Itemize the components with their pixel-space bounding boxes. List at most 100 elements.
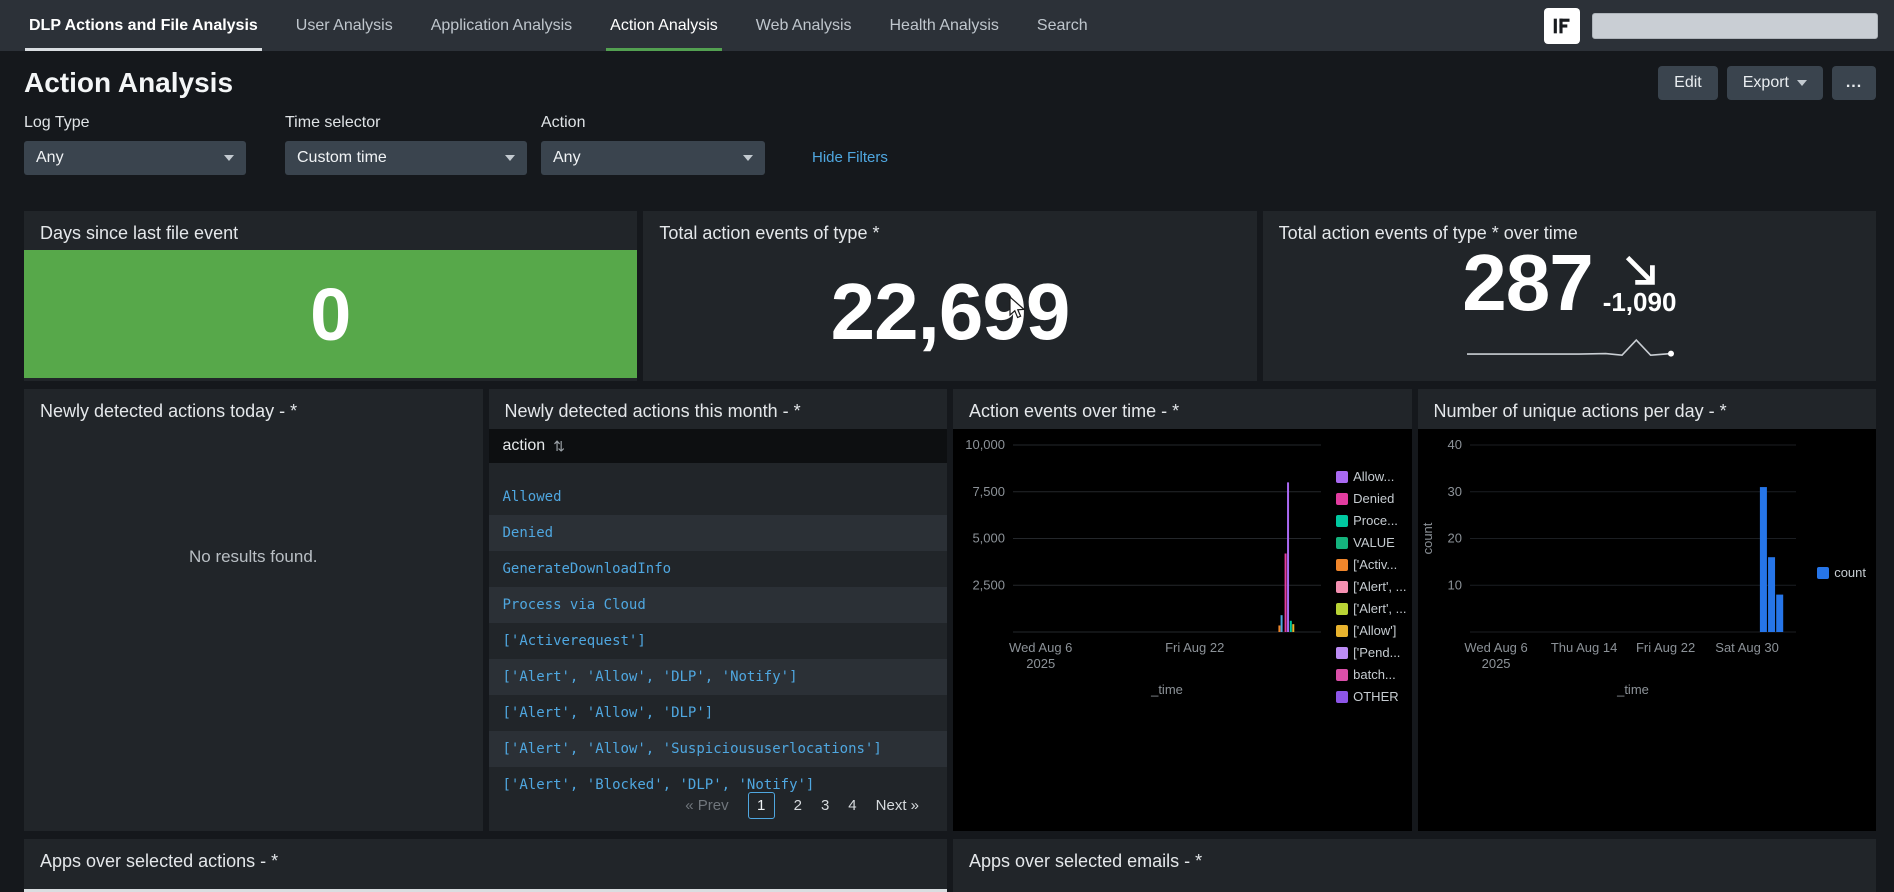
action-value-link[interactable]: Allowed: [503, 489, 562, 505]
nav-tab-web-analysis[interactable]: Web Analysis: [737, 0, 871, 51]
table-row: Allowed: [489, 479, 948, 515]
log-type-label: Log Type: [24, 114, 246, 132]
legend-item-batch[interactable]: batch...: [1336, 667, 1406, 682]
nav-tab-action-analysis[interactable]: Action Analysis: [591, 0, 737, 51]
actions-table: action ⇅ Allowed Denied GenerateDownloadIn…: [489, 429, 948, 831]
global-search-input[interactable]: [1592, 13, 1878, 39]
panel-action-events-over-time: Action events over time - * 2,5005,0007,…: [953, 389, 1412, 831]
panel-newly-detected-month: Newly detected actions this month - * ac…: [489, 389, 948, 831]
legend-label: ['Alert', ...: [1353, 579, 1406, 594]
legend-item-allow[interactable]: ['Allow']: [1336, 623, 1406, 638]
legend-label: batch...: [1353, 667, 1396, 682]
dashboard-screen: DLP Actions and File AnalysisUser Analys…: [0, 0, 1894, 892]
time-selector-dropdown[interactable]: Custom time: [285, 141, 527, 175]
hide-filters-link[interactable]: Hide Filters: [812, 149, 888, 166]
legend-label: Denied: [1353, 491, 1394, 506]
legend-swatch: [1336, 669, 1348, 681]
bars-chart-area: 10203040Wed Aug 62025Thu Aug 14Fri Aug 2…: [1418, 429, 1877, 831]
svg-text:7,500: 7,500: [972, 484, 1005, 499]
action-dropdown[interactable]: Any: [541, 141, 765, 175]
filters-bar: Log Type Any Time selector Custom time A…: [24, 114, 1876, 175]
log-type-dropdown[interactable]: Any: [24, 141, 246, 175]
legend-swatch: [1336, 603, 1348, 615]
next-page-button[interactable]: Next »: [876, 797, 919, 814]
legend-item-activ[interactable]: ['Activ...: [1336, 557, 1406, 572]
legend-label: count: [1834, 565, 1866, 580]
action-value-link[interactable]: Process via Cloud: [503, 597, 646, 613]
panel-title: Newly detected actions this month - *: [489, 389, 948, 422]
action-value-link[interactable]: ['Alert', 'Allow', 'DLP', 'Notify']: [503, 669, 798, 685]
column-header-action: action: [503, 437, 546, 455]
svg-text:_time: _time: [1150, 682, 1183, 697]
nav-tab-dlp-actions-and-file-analysis[interactable]: DLP Actions and File Analysis: [10, 0, 277, 51]
page-button-3[interactable]: 3: [821, 797, 829, 814]
actions-table-header[interactable]: action ⇅: [489, 429, 948, 463]
total-events-value: 22,699: [831, 266, 1070, 358]
legend-item-other[interactable]: OTHER: [1336, 689, 1406, 704]
page-button-4[interactable]: 4: [848, 797, 856, 814]
legend-item-allow[interactable]: Allow...: [1336, 469, 1406, 484]
nav-tabs: DLP Actions and File AnalysisUser Analys…: [10, 0, 1107, 51]
legend-item-denied[interactable]: Denied: [1336, 491, 1406, 506]
over-time-value: 287: [1462, 237, 1592, 329]
legend-item-alert[interactable]: ['Alert', ...: [1336, 579, 1406, 594]
edit-button-label: Edit: [1674, 74, 1702, 92]
legend-item-value[interactable]: VALUE: [1336, 535, 1406, 550]
legend-item-count[interactable]: count: [1817, 565, 1866, 580]
svg-text:Fri Aug 22: Fri Aug 22: [1635, 640, 1694, 655]
action-value-link[interactable]: ['Alert', 'Allow', 'DLP']: [503, 705, 714, 721]
bars-chart-svg: 10203040Wed Aug 62025Thu Aug 14Fri Aug 2…: [1418, 429, 1877, 721]
legend-item-pend[interactable]: ['Pend...: [1336, 645, 1406, 660]
action-value-link[interactable]: ['Alert', 'Allow', 'Suspicioususerlocati…: [503, 741, 882, 757]
more-options-button[interactable]: ...: [1832, 66, 1876, 100]
svg-text:Sat Aug 30: Sat Aug 30: [1715, 640, 1779, 655]
page-button-2[interactable]: 2: [794, 797, 802, 814]
action-value-link[interactable]: Denied: [503, 525, 554, 541]
panel-total-action-events: Total action events of type * 22,699: [643, 211, 1256, 381]
page-title: Action Analysis: [24, 67, 233, 99]
more-options-label: ...: [1846, 74, 1862, 92]
legend-label: ['Allow']: [1353, 623, 1396, 638]
svg-text:10,000: 10,000: [965, 437, 1005, 452]
legend-label: ['Activ...: [1353, 557, 1397, 572]
panel-title: Number of unique actions per day - *: [1418, 389, 1877, 422]
legend-label: ['Alert', ...: [1353, 601, 1406, 616]
page-body: Action Analysis Edit Export ... Log Type…: [0, 66, 1894, 892]
chevron-down-icon: [743, 155, 753, 161]
export-button[interactable]: Export: [1727, 66, 1823, 100]
legend-swatch: [1336, 647, 1348, 659]
trend-down-icon: [1618, 249, 1662, 291]
prev-page-button[interactable]: « Prev: [685, 797, 728, 814]
header-actions: Edit Export ...: [1658, 66, 1876, 100]
legend-item-alert[interactable]: ['Alert', ...: [1336, 601, 1406, 616]
table-row: ['Alert', 'Allow', 'Suspicioususerlocati…: [489, 731, 948, 767]
trend-delta-value: -1,090: [1603, 287, 1677, 318]
legend-label: Allow...: [1353, 469, 1394, 484]
svg-text:Wed Aug 6: Wed Aug 6: [1464, 640, 1527, 655]
svg-text:Wed Aug 6: Wed Aug 6: [1009, 640, 1072, 655]
navbar-right: [1544, 0, 1894, 51]
page-button-1[interactable]: 1: [748, 792, 775, 819]
pagination: « Prev 1 2 3 4 Next »: [685, 792, 919, 819]
action-value-link[interactable]: ['Activerequest']: [503, 633, 646, 649]
chevron-down-icon: [1797, 80, 1807, 86]
action-value-link[interactable]: GenerateDownloadInfo: [503, 561, 672, 577]
action-value-link[interactable]: ['Alert', 'Blocked', 'DLP', 'Notify']: [503, 777, 815, 793]
panel-title: Days since last file event: [24, 211, 637, 244]
legend-label: ['Pend...: [1353, 645, 1400, 660]
panel-total-events-over-time: Total action events of type * over time …: [1263, 211, 1876, 381]
nav-tab-application-analysis[interactable]: Application Analysis: [412, 0, 591, 51]
time-selector-label: Time selector: [285, 114, 527, 132]
app-logo[interactable]: [1544, 8, 1580, 44]
panel-apps-over-selected-actions: Apps over selected actions - *: [24, 839, 947, 892]
panel-days-since-last-file-event: Days since last file event 0: [24, 211, 637, 381]
nav-tab-health-analysis[interactable]: Health Analysis: [871, 0, 1018, 51]
svg-text:40: 40: [1447, 437, 1461, 452]
charts-row: Newly detected actions today - * No resu…: [24, 389, 1876, 831]
nav-tab-user-analysis[interactable]: User Analysis: [277, 0, 412, 51]
legend-item-proce[interactable]: Proce...: [1336, 513, 1406, 528]
panel-unique-actions-per-day: Number of unique actions per day - * 102…: [1418, 389, 1877, 831]
nav-tab-search[interactable]: Search: [1018, 0, 1107, 51]
svg-text:Thu Aug 14: Thu Aug 14: [1550, 640, 1617, 655]
edit-button[interactable]: Edit: [1658, 66, 1718, 100]
